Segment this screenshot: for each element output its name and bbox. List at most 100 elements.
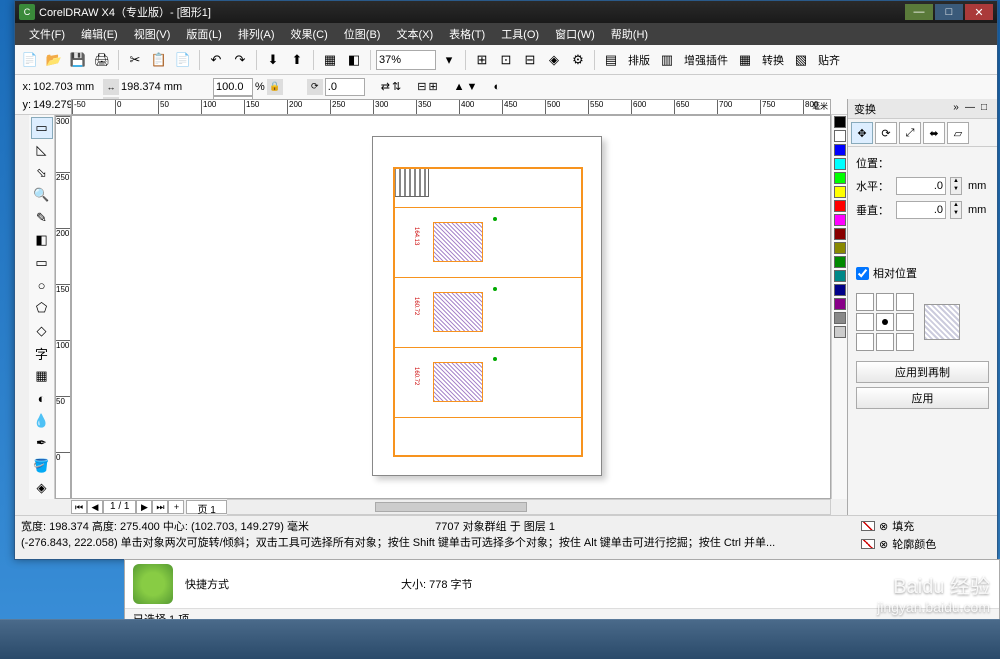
layout-tool-icon[interactable]: ▤ (600, 49, 622, 71)
outline-swatch[interactable] (861, 539, 875, 549)
zoom-input[interactable] (376, 50, 436, 70)
dynamic-guides-icon[interactable]: ◈ (543, 49, 565, 71)
menu-bitmap[interactable]: 位图(B) (336, 24, 389, 44)
menu-file[interactable]: 文件(F) (21, 24, 73, 44)
first-page-button[interactable]: ⏮ (71, 500, 87, 514)
menu-text[interactable]: 文本(X) (388, 24, 441, 44)
page[interactable]: 164.13 160.72 160.72 (372, 136, 602, 476)
scale-tab[interactable]: ⤢ (899, 122, 921, 144)
mirror-h-icon[interactable]: ⇄ (381, 80, 390, 93)
eyedropper-tool[interactable]: 💧 (31, 410, 53, 432)
text-tool[interactable]: 字 (31, 342, 53, 364)
menu-tools[interactable]: 工具(O) (493, 24, 547, 44)
cut-button[interactable]: ✂ (124, 49, 146, 71)
vertical-ruler[interactable]: 300250200150100500 (55, 115, 71, 499)
basic-shapes-tool[interactable]: ◇ (31, 320, 53, 342)
ungroup-all-icon[interactable]: ⊞ (428, 80, 437, 93)
shape-tool[interactable]: ◺ (31, 140, 53, 162)
plugin-label[interactable]: 增强插件 (680, 52, 732, 68)
color-swatch[interactable] (834, 130, 846, 142)
scrollbar-thumb[interactable] (375, 502, 527, 512)
paste-button[interactable]: 📄 (172, 49, 194, 71)
rotate-tab[interactable]: ⟳ (875, 122, 897, 144)
freehand-tool[interactable]: ✎ (31, 207, 53, 229)
anchor-bl[interactable] (856, 333, 874, 351)
options-icon[interactable]: ⚙ (567, 49, 589, 71)
docker-close-icon[interactable]: □ (977, 102, 991, 116)
color-swatch[interactable] (834, 270, 846, 282)
export-button[interactable]: ⬆ (286, 49, 308, 71)
horizontal-ruler[interactable]: 毫米 -500501001502002503003504004505005506… (71, 99, 831, 115)
color-swatch[interactable] (834, 116, 846, 128)
interactive-fill-tool[interactable]: ◈ (31, 478, 53, 500)
anchor-mr[interactable] (896, 313, 914, 331)
new-button[interactable]: 📄 (19, 49, 41, 71)
zoom-dropdown[interactable]: ▾ (438, 49, 460, 71)
outline-tool[interactable]: ✒ (31, 432, 53, 454)
color-swatch[interactable] (834, 284, 846, 296)
color-swatch[interactable] (834, 214, 846, 226)
menu-effects[interactable]: 效果(C) (283, 24, 336, 44)
welcome-button[interactable]: ◧ (343, 49, 365, 71)
ellipse-tool[interactable]: ○ (31, 275, 53, 297)
to-front-icon[interactable]: ▲ (454, 81, 465, 93)
convert-label[interactable]: 转换 (758, 52, 788, 68)
coreldraw-shortcut-icon[interactable] (133, 564, 173, 604)
layout-label[interactable]: 排版 (624, 52, 654, 68)
pick-tool[interactable]: ▭ (31, 117, 53, 139)
rotation-input[interactable] (325, 78, 365, 96)
floorplan-drawing[interactable]: 164.13 160.72 160.72 (393, 167, 583, 457)
maximize-button[interactable]: □ (935, 4, 963, 20)
add-page-button[interactable]: + (168, 500, 184, 514)
open-button[interactable]: 📂 (43, 49, 65, 71)
menu-window[interactable]: 窗口(W) (547, 24, 603, 44)
prev-page-button[interactable]: ◀ (87, 500, 103, 514)
snap-grid-icon[interactable]: ⊞ (471, 49, 493, 71)
snap-objects-icon[interactable]: ⊟ (519, 49, 541, 71)
relative-checkbox[interactable] (856, 267, 869, 280)
convert-curves-icon[interactable]: ◐ (493, 81, 500, 93)
windows-taskbar[interactable] (0, 619, 1000, 659)
snap-label[interactable]: 贴齐 (814, 52, 844, 68)
polygon-tool[interactable]: ⬠ (31, 297, 53, 319)
app-launcher-button[interactable]: ▦ (319, 49, 341, 71)
close-button[interactable]: ✕ (965, 4, 993, 20)
fill-tool[interactable]: 🪣 (31, 455, 53, 477)
zoom-tool[interactable]: 🔍 (31, 185, 53, 207)
color-swatch[interactable] (834, 186, 846, 198)
next-page-button[interactable]: ▶ (136, 500, 152, 514)
interactive-tool[interactable]: ◐ (31, 387, 53, 409)
page-tab[interactable]: 页 1 (186, 500, 226, 514)
color-swatch[interactable] (834, 312, 846, 324)
rectangle-tool[interactable]: ▭ (31, 252, 53, 274)
mirror-v-icon[interactable]: ⇅ (392, 80, 401, 93)
horizontal-input[interactable] (896, 177, 946, 195)
color-swatch[interactable] (834, 172, 846, 184)
minimize-button[interactable]: — (905, 4, 933, 20)
plugin-icon[interactable]: ▥ (656, 49, 678, 71)
vertical-spinner[interactable]: ▲▼ (950, 201, 962, 219)
size-tab[interactable]: ⬌ (923, 122, 945, 144)
redo-button[interactable]: ↷ (229, 49, 251, 71)
copy-button[interactable]: 📋 (148, 49, 170, 71)
color-swatch[interactable] (834, 256, 846, 268)
canvas[interactable]: 164.13 160.72 160.72 (71, 115, 831, 499)
crop-tool[interactable]: ⬂ (31, 162, 53, 184)
last-page-button[interactable]: ⏭ (152, 500, 168, 514)
position-tab[interactable]: ✥ (851, 122, 873, 144)
anchor-br[interactable] (896, 333, 914, 351)
smart-fill-tool[interactable]: ◧ (31, 230, 53, 252)
snap-icon[interactable]: ▧ (790, 49, 812, 71)
fill-swatch[interactable] (861, 521, 875, 531)
ungroup-icon[interactable]: ⊟ (417, 80, 426, 93)
lock-ratio-icon[interactable]: 🔒 (267, 79, 283, 95)
save-button[interactable]: 💾 (67, 49, 89, 71)
color-swatch[interactable] (834, 158, 846, 170)
apply-to-duplicate-button[interactable]: 应用到再制 (856, 361, 989, 383)
menu-help[interactable]: 帮助(H) (603, 24, 656, 44)
color-swatch[interactable] (834, 242, 846, 254)
menu-table[interactable]: 表格(T) (441, 24, 493, 44)
import-button[interactable]: ⬇ (262, 49, 284, 71)
color-swatch[interactable] (834, 228, 846, 240)
color-swatch[interactable] (834, 326, 846, 338)
